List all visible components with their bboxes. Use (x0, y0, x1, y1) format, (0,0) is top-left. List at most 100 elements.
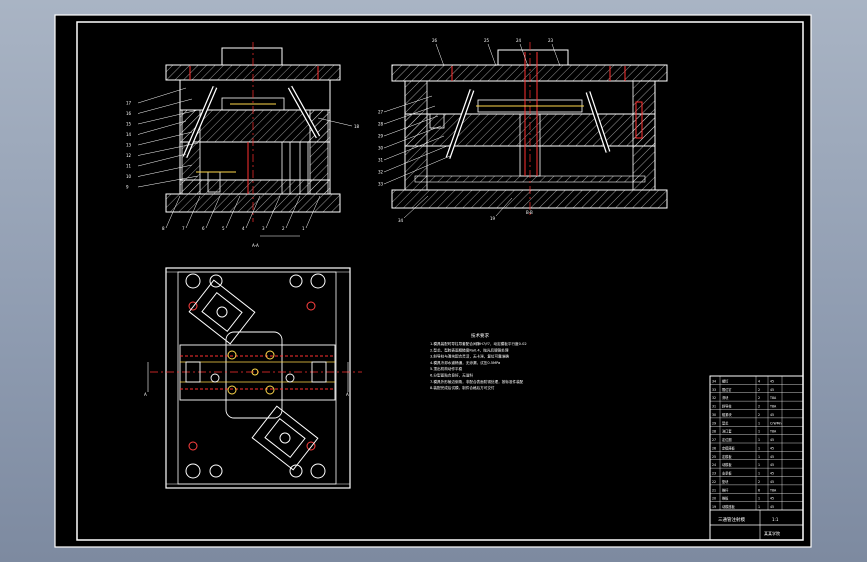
title-block-cell: 楔紧块 (722, 412, 732, 417)
tech-req-line: 8.装配完成后试模，制件合格后方可交付 (430, 385, 495, 390)
title-block-cell: T8A (769, 405, 777, 409)
section-marker-right: A (346, 392, 349, 397)
tech-req-line: 1.模具装配时导柱导套配合间隙H7/f7，动定模板平行度0.02 (430, 341, 527, 346)
title-block-cell: 1 (758, 421, 760, 425)
title-block-cell: 浇口套 (722, 429, 732, 434)
title-block-cell: 25 (712, 455, 716, 459)
callout-number: 34 (398, 218, 404, 223)
title-block-cell: 支承板 (722, 471, 732, 476)
title-block-cell: T8A (769, 396, 777, 400)
callout-number: 24 (516, 38, 522, 43)
title-block-cell: 45 (770, 472, 774, 476)
callout-number: 15 (126, 122, 132, 127)
title-block-cell: 动模板 (722, 462, 732, 467)
title-block-cell: 6 (758, 488, 760, 492)
tech-req-line: 3.斜导柱与滑块配合灵活，无卡滞，复位可靠准确 (430, 354, 509, 359)
title-block-cell: 28 (712, 430, 716, 434)
title-block-cell: 限位钉 (722, 387, 732, 392)
title-block-cell: 45 (770, 413, 774, 417)
title-block-cell: 45 (770, 446, 774, 450)
title-block-cell: CrWMn (770, 421, 781, 425)
callout-number: 19 (490, 216, 496, 221)
title-block-cell: 1 (758, 446, 760, 450)
cad-drawing-canvas: A-A 171615141312111098 7 6 5 4 3 2 118 B-B 26 25… (54, 14, 812, 548)
title-block-cell: 型芯 (722, 420, 729, 425)
title-block-cell: 45 (770, 455, 774, 459)
callout-number: 28 (378, 122, 384, 127)
title-block-cell: 32 (712, 396, 716, 400)
title-block-cell: 45 (770, 463, 774, 467)
title-block-cell: 1 (758, 455, 760, 459)
title-block-cell: 45 (770, 388, 774, 392)
title-block-cell: 定模板 (722, 454, 732, 459)
title-block-school: 某某学院 (764, 530, 780, 536)
title-block-cell: 45 (770, 480, 774, 484)
title-block-cell: 30 (712, 413, 716, 417)
title-block-cell: 1 (758, 430, 760, 434)
section-label-b: B-B (526, 210, 533, 215)
callout-number: 29 (378, 134, 384, 139)
title-block-cell: 45 (770, 438, 774, 442)
callout-number: 13 (126, 143, 132, 148)
title-block-cell: 2 (758, 396, 760, 400)
callout-number: 26 (432, 38, 438, 43)
title-block-cell: 2 (758, 413, 760, 417)
title-block-name: 三通管注射模 (718, 516, 745, 523)
title-block-cell: 定模座板 (722, 445, 736, 450)
callout-number: 11 (126, 164, 132, 169)
title-block-cell: 1 (758, 472, 760, 476)
title-block-cell: 19 (712, 505, 716, 509)
title-block-scale: 1:1 (772, 517, 779, 522)
callout-number: 14 (126, 132, 132, 137)
title-block-cell: 24 (712, 463, 716, 467)
title-block-cell: 34 (712, 379, 716, 383)
callout-number: 30 (378, 146, 384, 151)
title-block-cell: 21 (712, 488, 716, 492)
title-block-cell: 23 (712, 472, 716, 476)
title-block-cell: 4 (758, 379, 760, 383)
callout-number: 17 (126, 101, 132, 106)
title-block-cell: 45 (770, 505, 774, 509)
callout-number: 10 (126, 174, 132, 179)
title-block-cell: 2 (758, 405, 760, 409)
title-block-cell: 2 (758, 480, 760, 484)
title-block-cell: 垫块 (722, 479, 729, 484)
title-block-cell: 1 (758, 497, 760, 501)
callout-number: 33 (378, 182, 384, 187)
drawing-sheet (54, 14, 812, 548)
tech-req-line: 2.型芯、型腔表面粗糙度Ra0.4，抛光后镀铬处理 (430, 347, 509, 352)
title-block-cell: 33 (712, 388, 716, 392)
title-block-cell: 螺钉 (722, 378, 729, 383)
tech-req-line: 5.顶出机构动作平稳 (430, 366, 463, 371)
title-block-cell: 20 (712, 497, 716, 501)
title-block-cell: 2 (758, 388, 760, 392)
title-block-cell: 滑块 (722, 395, 729, 400)
title-block-cell: 推杆 (722, 487, 729, 492)
title-block-cell: 45 (770, 497, 774, 501)
title-block-cell: T8A (769, 430, 777, 434)
callout-number: 25 (484, 38, 490, 43)
callout-number: 27 (378, 110, 384, 115)
title-block-cell: 45 (770, 379, 774, 383)
title-block-cell: 定位圈 (722, 437, 732, 442)
callout-number: 23 (548, 38, 554, 43)
section-marker-left: A (144, 392, 147, 397)
section-label-a: A-A (252, 243, 259, 248)
title-block-cell: 27 (712, 438, 716, 442)
title-block-cell: 推板 (722, 496, 729, 501)
title-block-cell: 22 (712, 480, 716, 484)
callout-number: 16 (126, 111, 132, 116)
title-block-cell: 29 (712, 421, 716, 425)
tech-req-title: 技术要求 (471, 332, 489, 339)
callout-number: 32 (378, 170, 384, 175)
title-block-cell: 26 (712, 446, 716, 450)
title-block-cell: 斜导柱 (722, 404, 732, 409)
tech-req-line: 6.分型面贴合良好，无溢料 (430, 373, 473, 378)
callout-number: 31 (378, 158, 384, 163)
title-block-cell: 1 (758, 463, 760, 467)
title-block-cell: T8A (769, 488, 777, 492)
tech-req-line: 7.模具外形棱边倒角，非配合表面防锈处理，按标准件装配 (430, 379, 524, 384)
tech-req-line: 4.模具冷却水道畅通，无渗漏，试压0.5MPa (430, 360, 500, 365)
title-block-cell: 1 (758, 438, 760, 442)
title-block-cell: 动模座板 (722, 504, 736, 509)
